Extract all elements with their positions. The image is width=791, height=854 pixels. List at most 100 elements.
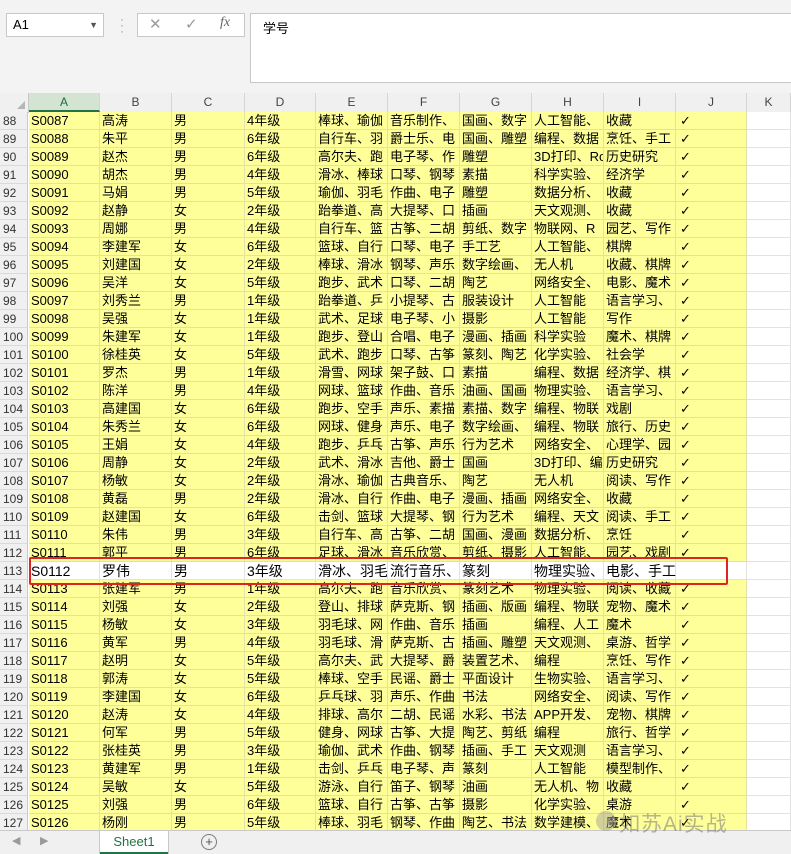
cell-h[interactable]: 3D打印、编 bbox=[532, 454, 604, 472]
cell-j[interactable]: ✓ bbox=[676, 526, 747, 544]
column-header-d[interactable]: D bbox=[245, 93, 316, 112]
cell-b[interactable]: 黄军 bbox=[100, 634, 172, 652]
worksheet-grid[interactable]: 88 S0087 高涛男 4年级 棒球、瑜伽 音乐制作、 国画、数字 人工智能、 收藏 ✓ 89 S0… bbox=[0, 112, 791, 830]
cell-j[interactable]: ✓ bbox=[676, 310, 747, 328]
cell-i[interactable]: 模型制作、 bbox=[604, 760, 676, 778]
cell-d[interactable]: 4年级 bbox=[245, 382, 316, 400]
cell-f[interactable]: 大提琴、钢 bbox=[388, 508, 460, 526]
cell-d[interactable]: 6年级 bbox=[245, 544, 316, 562]
cell-g[interactable]: 陶艺、书法 bbox=[460, 814, 532, 830]
cell-e[interactable]: 滑雪、网球 bbox=[316, 364, 388, 382]
column-header-g[interactable]: G bbox=[460, 93, 532, 112]
row-header[interactable]: 111 bbox=[0, 526, 28, 544]
cell-g[interactable]: 雕塑 bbox=[460, 148, 532, 166]
cell-i[interactable]: 写作 bbox=[604, 310, 676, 328]
cell-i[interactable]: 心理学、园 bbox=[604, 436, 676, 454]
row-header[interactable]: 126 bbox=[0, 796, 28, 814]
cell-h[interactable]: 无人机、物 bbox=[532, 778, 604, 796]
cell-f[interactable]: 作曲、音乐 bbox=[388, 382, 460, 400]
cell-j[interactable] bbox=[676, 562, 747, 580]
row-header[interactable]: 100 bbox=[0, 328, 28, 346]
cell-h[interactable]: 数据分析、 bbox=[532, 184, 604, 202]
cell-h[interactable]: 生物实验、 bbox=[532, 670, 604, 688]
cell-f[interactable]: 爵士乐、电 bbox=[388, 130, 460, 148]
cell-j[interactable]: ✓ bbox=[676, 184, 747, 202]
cell-h[interactable]: 物理实验、 bbox=[532, 580, 604, 598]
cell-d[interactable]: 5年级 bbox=[245, 346, 316, 364]
next-sheet-icon[interactable]: ▶ bbox=[40, 834, 48, 847]
cell-e[interactable]: 滑冰、羽毛 bbox=[316, 562, 388, 580]
cell-e[interactable]: 足球、滑冰 bbox=[316, 544, 388, 562]
cell-a[interactable]: S0108 bbox=[29, 490, 100, 508]
row-header[interactable]: 107 bbox=[0, 454, 28, 472]
cell-i[interactable]: 阅读、手工 bbox=[604, 508, 676, 526]
cell-e[interactable]: 游泳、自行 bbox=[316, 778, 388, 796]
cell-h[interactable]: 无人机 bbox=[532, 472, 604, 490]
cell-f[interactable]: 电子琴、作 bbox=[388, 148, 460, 166]
cell-f[interactable]: 古筝、古筝 bbox=[388, 796, 460, 814]
cell-k[interactable] bbox=[747, 634, 791, 652]
cell-k[interactable] bbox=[747, 724, 791, 742]
cell-i[interactable]: 桌游、哲学 bbox=[604, 634, 676, 652]
cell-d[interactable]: 1年级 bbox=[245, 580, 316, 598]
cell-c[interactable]: 女 bbox=[172, 652, 245, 670]
cell-d[interactable]: 2年级 bbox=[245, 598, 316, 616]
cell-b[interactable]: 郭平 bbox=[100, 544, 172, 562]
cell-j[interactable]: ✓ bbox=[676, 328, 747, 346]
cell-g[interactable]: 插画 bbox=[460, 616, 532, 634]
cell-b[interactable]: 赵杰 bbox=[100, 148, 172, 166]
cell-h[interactable]: APP开发、 bbox=[532, 706, 604, 724]
cell-i[interactable]: 烹饪、手工 bbox=[604, 130, 676, 148]
cell-d[interactable]: 3年级 bbox=[245, 616, 316, 634]
cell-c[interactable]: 男 bbox=[172, 580, 245, 598]
cell-k[interactable] bbox=[747, 238, 791, 256]
cell-c[interactable]: 男 bbox=[172, 724, 245, 742]
add-sheet-icon[interactable]: + bbox=[201, 834, 217, 850]
cell-e[interactable]: 健身、网球 bbox=[316, 724, 388, 742]
cell-g[interactable]: 插画、手工 bbox=[460, 742, 532, 760]
cell-a[interactable]: S0097 bbox=[29, 292, 100, 310]
prev-sheet-icon[interactable]: ◀ bbox=[12, 834, 20, 847]
cell-e[interactable]: 高尔夫、跑 bbox=[316, 148, 388, 166]
cell-h[interactable]: 天文观测、 bbox=[532, 202, 604, 220]
cell-h[interactable]: 化学实验、 bbox=[532, 346, 604, 364]
cell-c[interactable]: 男 bbox=[172, 220, 245, 238]
cell-h[interactable]: 科学实验 bbox=[532, 328, 604, 346]
cell-k[interactable] bbox=[747, 112, 791, 130]
row-header[interactable]: 104 bbox=[0, 400, 28, 418]
cell-a[interactable]: S0114 bbox=[29, 598, 100, 616]
cell-b[interactable]: 李建军 bbox=[100, 238, 172, 256]
cell-k[interactable] bbox=[747, 580, 791, 598]
column-header-f[interactable]: F bbox=[388, 93, 460, 112]
cell-d[interactable]: 4年级 bbox=[245, 706, 316, 724]
cell-a[interactable]: S0126 bbox=[29, 814, 100, 830]
cell-h[interactable]: 编程、物联 bbox=[532, 598, 604, 616]
cell-j[interactable]: ✓ bbox=[676, 382, 747, 400]
cell-d[interactable]: 4年级 bbox=[245, 166, 316, 184]
sheet-tab-sheet1[interactable]: Sheet1 bbox=[100, 831, 168, 854]
cell-i[interactable]: 语言学习、 bbox=[604, 292, 676, 310]
cell-g[interactable]: 陶艺 bbox=[460, 472, 532, 490]
cell-f[interactable]: 作曲、电子 bbox=[388, 184, 460, 202]
cell-e[interactable]: 登山、排球 bbox=[316, 598, 388, 616]
cell-a[interactable]: S0103 bbox=[29, 400, 100, 418]
cell-b[interactable]: 刘建国 bbox=[100, 256, 172, 274]
cell-d[interactable]: 2年级 bbox=[245, 202, 316, 220]
cell-h[interactable]: 人工智能 bbox=[532, 760, 604, 778]
cell-h[interactable]: 编程、数据 bbox=[532, 364, 604, 382]
cell-g[interactable]: 国画、漫画 bbox=[460, 526, 532, 544]
cell-h[interactable]: 数学建模、 bbox=[532, 814, 604, 830]
cell-a[interactable]: S0102 bbox=[29, 382, 100, 400]
cell-a[interactable]: S0104 bbox=[29, 418, 100, 436]
row-header[interactable]: 91 bbox=[0, 166, 28, 184]
cell-c[interactable]: 男 bbox=[172, 634, 245, 652]
cell-j[interactable]: ✓ bbox=[676, 580, 747, 598]
row-header[interactable]: 118 bbox=[0, 652, 28, 670]
select-all-button[interactable] bbox=[0, 93, 29, 112]
cell-j[interactable]: ✓ bbox=[676, 112, 747, 130]
cell-e[interactable]: 棒球、瑜伽 bbox=[316, 112, 388, 130]
cell-j[interactable]: ✓ bbox=[676, 544, 747, 562]
cell-j[interactable]: ✓ bbox=[676, 652, 747, 670]
row-header[interactable]: 96 bbox=[0, 256, 28, 274]
column-header-a[interactable]: A bbox=[29, 93, 100, 112]
